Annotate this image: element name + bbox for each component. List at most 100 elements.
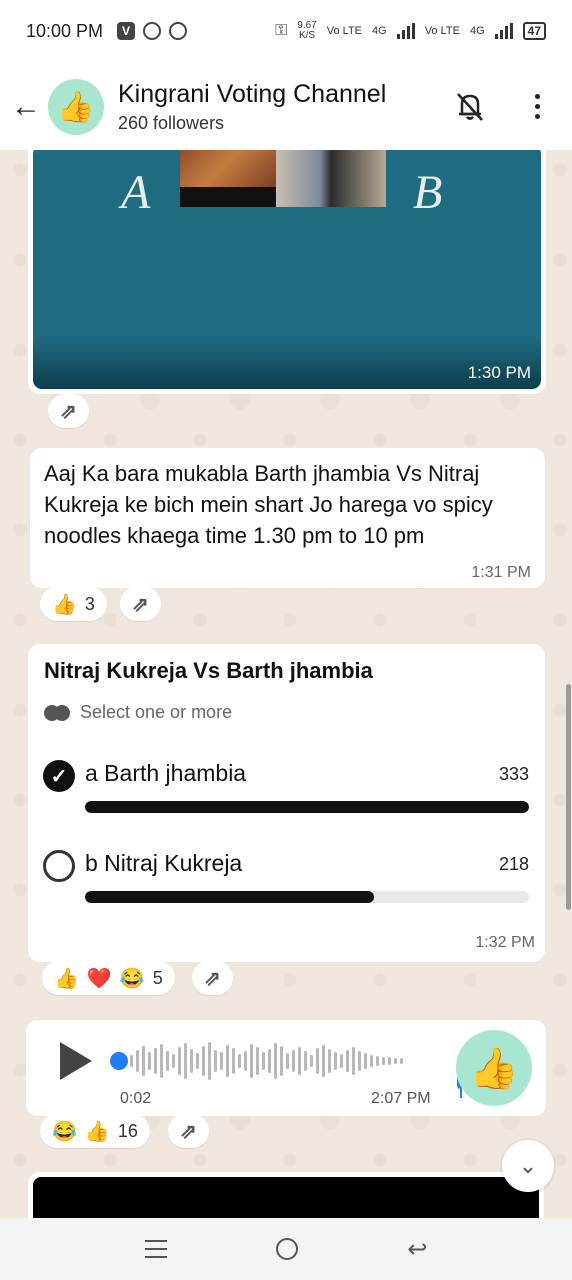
message-time: 2:07 PM [371,1090,431,1107]
forward-icon: ⇗ [204,967,221,990]
channel-title: Kingrani Voting Channel [118,80,387,108]
waveform-bar [310,1055,313,1067]
dot-icon [534,103,540,109]
system-nav-bar: ↩ [0,1218,572,1280]
waveform-bar [352,1047,355,1075]
waveform-bar [274,1043,277,1079]
poll-option-bar [85,891,529,903]
back-button[interactable]: ← [0,81,52,133]
thumbs-up-emoji: 👍 [84,1120,110,1143]
scrollbar[interactable] [566,684,571,910]
chat-area[interactable]: A B 1:30 PM ⇗ Aaj Ka bara mukabla Barth … [0,150,572,1218]
waveform-bar [160,1044,163,1078]
image-label-a: A [121,166,151,219]
image-label-b: B [413,166,443,219]
checked-icon[interactable]: ✓ [43,760,75,792]
forward-icon: ⇗ [60,400,77,423]
waveform-bar [202,1046,205,1076]
forward-icon: ⇗ [180,1120,197,1143]
home-button[interactable] [275,1238,298,1260]
waveform-bar [208,1042,211,1080]
waveform-bar [232,1048,235,1074]
waveform-bar [262,1052,265,1070]
voice-message[interactable]: 0:02 2:07 PM 👍 [26,1020,546,1116]
double-check-icon [44,704,72,721]
forward-button[interactable]: ⇗ [120,587,161,621]
notification-icons: V [117,22,188,40]
channel-followers: 260 followers [118,113,225,133]
poll-message[interactable]: Nitraj Kukreja Vs Barth jhambia Select o… [28,644,545,962]
waveform-bar [148,1052,151,1070]
poll-option-label: b Nitraj Kukreja [85,850,243,876]
poll-option-count: 218 [498,854,529,874]
play-icon[interactable] [60,1042,92,1080]
message-image[interactable]: A B 1:30 PM [33,150,541,389]
waveform-bar [376,1056,379,1066]
status-time: 10:00 PM [26,20,104,41]
media-message[interactable] [28,1172,544,1218]
waveform-bar [154,1048,157,1074]
signal-icon-1 [396,23,415,39]
photo-b [276,150,386,207]
playback-position-handle[interactable] [110,1052,128,1070]
waveform-bar [388,1057,391,1065]
waveform-bar [178,1047,181,1075]
voice-elapsed: 0:02 [120,1090,152,1107]
battery-icon: 47 [522,22,546,40]
poll-option-b[interactable]: b Nitraj Kukreja 218 [43,850,529,910]
app-notification-icon-2 [169,22,188,40]
waveform-bar [166,1051,169,1071]
forward-button[interactable]: ⇗ [168,1114,209,1148]
app-notification-icon: V [117,22,136,40]
waveform-bar [238,1054,241,1068]
waveform-bar [256,1047,259,1075]
waveform[interactable] [130,1040,436,1082]
forward-button[interactable]: ⇗ [192,961,233,995]
waveform-bar [346,1050,349,1072]
dot-icon [534,113,540,119]
lte-label-2: Vo LTE [424,25,460,37]
reaction-count: 5 [152,967,163,988]
poll-option-count: 333 [498,764,529,784]
message-text: Aaj Ka bara mukabla Barth jhambia Vs Nit… [44,461,493,548]
poll-option-a[interactable]: ✓ a Barth jhambia 333 [43,760,529,820]
scroll-down-button[interactable]: ⌄ [502,1140,554,1192]
reaction-chip[interactable]: 👍 3 [40,587,107,621]
waveform-bar [334,1052,337,1070]
system-back-button[interactable]: ↩ [407,1235,427,1264]
text-message[interactable]: Aaj Ka bara mukabla Barth jhambia Vs Nit… [30,448,545,588]
waveform-bar [382,1057,385,1065]
poll-question: Nitraj Kukreja Vs Barth jhambia [44,658,373,683]
waveform-bar [136,1050,139,1072]
waveform-bar [196,1053,199,1069]
reaction-count: 16 [117,1120,138,1141]
sender-avatar: 👍 [456,1030,532,1106]
bell-off-icon [457,93,483,121]
reaction-chip[interactable]: 👍 ❤️ 😂 5 [42,961,175,995]
channel-info[interactable]: Kingrani Voting Channel 260 followers [118,80,386,134]
waveform-bar [358,1051,361,1071]
poll-hint: Select one or more [44,702,529,723]
waveform-bar [322,1045,325,1077]
image-message[interactable]: A B 1:30 PM [28,150,546,394]
more-options-button[interactable] [522,86,552,126]
message-media[interactable] [33,1177,539,1218]
dot-icon [534,93,540,99]
mute-notifications-button[interactable] [450,86,490,126]
waveform-bar [226,1045,229,1077]
channel-header: ← 👍 Kingrani Voting Channel 260 follower… [0,62,572,152]
unchecked-circle-icon[interactable] [43,850,75,882]
laughing-emoji: 😂 [52,1120,77,1143]
waveform-bar [328,1049,331,1073]
waveform-bar [298,1047,301,1075]
network-type-2: 4G [469,25,485,37]
forward-button[interactable]: ⇗ [48,394,89,428]
waveform-bar [400,1058,403,1064]
reaction-chip[interactable]: 😂 👍 16 [40,1114,150,1148]
heart-emoji: ❤️ [86,967,112,990]
recents-button[interactable] [144,1240,167,1258]
waveform-bar [286,1053,289,1069]
thumbs-up-emoji: 👍 [54,967,79,990]
channel-avatar[interactable]: 👍 [48,79,104,135]
message-time: 1:31 PM [471,564,531,581]
